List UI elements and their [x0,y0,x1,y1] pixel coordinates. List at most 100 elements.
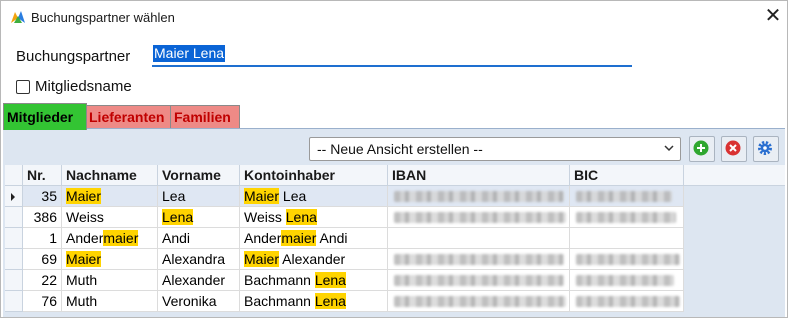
search-match: Maier [66,188,102,204]
settings-button[interactable] [753,136,779,162]
cell-vorname: Alexander [158,270,240,291]
cell-kontoinhaber: Bachmann Lena [240,270,388,291]
cell-nr: 1 [23,228,62,249]
redacted-bic [576,254,680,265]
table-row[interactable]: 35 Maier Lea Maier Lea [5,186,785,207]
member-name-checkbox[interactable] [16,80,30,94]
redacted-iban [394,212,566,223]
redacted-bic [576,275,674,286]
row-header[interactable] [5,228,23,249]
delete-view-button[interactable] [721,136,747,162]
cell-bic-redacted [570,270,684,291]
cell-vorname: Lea [158,186,240,207]
text-segment: Alexander [279,251,346,267]
text-segment: Muth [66,293,98,309]
cell-vorname: Veronika [158,291,240,312]
cell-kontoinhaber: Maier Alexander [240,249,388,270]
cell-iban-empty [388,228,570,249]
close-icon[interactable]: ✕ [765,5,782,27]
cell-bic-redacted [570,207,684,228]
cell-bic-redacted [570,291,684,312]
cell-bic-redacted [570,249,684,270]
title-bar: Buchungspartner wählen ✕ [1,1,787,33]
text-segment: Lea [279,188,307,204]
search-match: Maier [244,251,280,267]
tab-lieferanten[interactable]: Lieferanten [85,105,171,128]
redacted-iban [394,275,564,286]
text-segment: Alexandra [162,251,226,267]
row-header[interactable] [5,249,23,270]
row-header[interactable] [5,291,23,312]
cell-vorname: Andi [158,228,240,249]
column-header-bic[interactable]: BIC [570,165,684,186]
cell-kontoinhaber: Andermaier Andi [240,228,388,249]
search-match: maier [281,230,317,246]
cell-nr: 69 [23,249,62,270]
search-match: Maier [244,188,280,204]
add-view-button[interactable] [689,136,715,162]
view-select-value: -- Neue Ansicht erstellen -- [317,141,483,157]
redacted-iban [394,191,564,202]
tab-familien[interactable]: Familien [170,105,240,128]
row-header-corner [5,165,23,186]
cell-bic-empty [570,228,684,249]
cell-nr: 35 [23,186,62,207]
cell-iban-redacted [388,270,570,291]
members-panel: -- Neue Ansicht erstellen -- Nr. Nachnam… [3,128,785,317]
text-segment: Weiss [244,209,286,225]
table-row[interactable]: 386 Weiss Lena Weiss Lena [5,207,785,228]
redacted-bic [576,191,672,202]
cell-vorname: Alexandra [158,249,240,270]
cell-nachname: Andermaier [62,228,158,249]
search-match: maier [103,230,139,246]
redacted-bic [576,212,676,223]
text-segment: Ander [66,230,104,246]
row-header[interactable] [5,270,23,291]
text-segment: Alexander [162,272,226,288]
table-row[interactable]: 69 Maier Alexandra Maier Alexander [5,249,785,270]
delete-icon [725,140,741,156]
cell-bic-redacted [570,186,684,207]
column-header-nachname[interactable]: Nachname [62,165,158,186]
text-segment: Andi [162,230,191,246]
partner-input-value[interactable]: Maier Lena [153,45,226,62]
tab-mitglieder[interactable]: Mitglieder [3,103,87,130]
cell-kontoinhaber: Maier Lea [240,186,388,207]
redacted-iban [394,296,566,307]
column-header-kontoinhaber[interactable]: Kontoinhaber [240,165,388,186]
window-title: Buchungspartner wählen [31,10,175,25]
table-row[interactable]: 22 Muth Alexander Bachmann Lena [5,270,785,291]
text-segment: Lea [162,188,186,204]
text-segment: Bachmann [244,272,315,288]
current-row-arrow-icon [11,193,15,201]
text-segment: Muth [66,272,98,288]
row-header[interactable] [5,186,23,207]
row-header[interactable] [5,207,23,228]
partner-input[interactable]: Maier Lena [152,43,632,67]
text-segment: Veronika [162,293,217,309]
member-name-label[interactable]: Mitgliedsname [35,78,132,95]
cell-nachname: Muth [62,291,158,312]
redacted-bic [576,296,680,307]
column-header-iban[interactable]: IBAN [388,165,570,186]
add-icon [693,140,709,156]
cell-iban-redacted [388,207,570,228]
cell-iban-redacted [388,186,570,207]
column-header-filler [684,165,785,186]
cell-nr: 386 [23,207,62,228]
search-match: Lena [314,293,346,309]
close-button[interactable]: ✕ [761,5,785,29]
cell-nachname: Weiss [62,207,158,228]
text-segment: Andi [316,230,348,246]
column-header-nr[interactable]: Nr. [23,165,62,186]
app-logo-icon [11,11,25,23]
chevron-down-icon[interactable] [662,140,676,156]
table-row[interactable]: 1 Andermaier Andi Andermaier Andi [5,228,785,249]
cell-kontoinhaber: Weiss Lena [240,207,388,228]
view-select[interactable]: -- Neue Ansicht erstellen -- [309,137,681,161]
column-header-vorname[interactable]: Vorname [158,165,240,186]
text-segment: Bachmann [244,293,315,309]
cell-iban-redacted [388,291,570,312]
table-row[interactable]: 76 Muth Veronika Bachmann Lena [5,291,785,312]
text-segment: Weiss [66,209,104,225]
